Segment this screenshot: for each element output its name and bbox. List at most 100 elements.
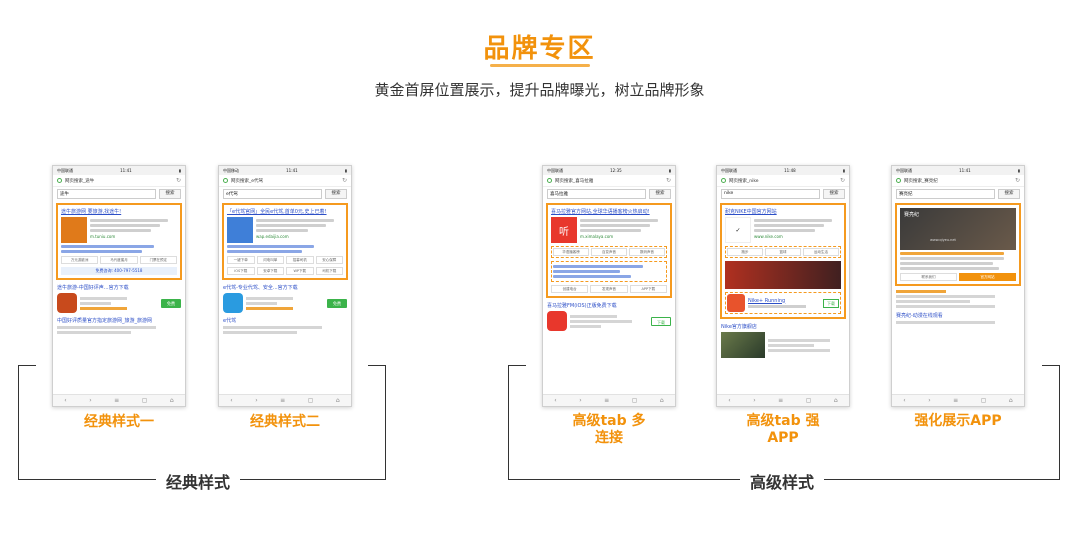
sitelink[interactable]: 百变声音 [591, 248, 627, 256]
result-title[interactable]: e代驾-专业代驾、安全...官方下载 [223, 284, 347, 291]
search-button[interactable]: 搜索 [998, 189, 1020, 199]
ad-title[interactable]: 途牛旅游网 要旅游,找途牛! [61, 208, 177, 215]
ad-title[interactable]: 「e代驾官网」全民e代驾,首单0元,史上已着! [227, 208, 343, 215]
organic-result-app[interactable]: e代驾-专业代驾、安全...官方下载 免费 [223, 284, 347, 313]
shield-icon [721, 178, 726, 183]
sitelink[interactable]: 数码声音 [629, 248, 665, 256]
sitelink[interactable]: 跑步 [727, 248, 763, 256]
product-banner-image[interactable] [725, 261, 841, 289]
carrier-label: 中国移动 [223, 167, 239, 173]
battery-icon: ▮ [1017, 168, 1020, 173]
sitelink[interactable]: 华语播客榜 [553, 248, 589, 256]
brand-logo-image: 听 [551, 217, 577, 243]
tab-link[interactable]: 创建电台 [551, 285, 589, 293]
url-bar[interactable]: 网页搜索_nike ↻ [717, 175, 849, 187]
url-bar[interactable]: 网页搜索_喜马拉雅 ↻ [543, 175, 675, 187]
carrier-label: 中国联通 [547, 167, 563, 173]
sitelink[interactable]: 招募司机 [286, 256, 314, 264]
organic-result[interactable]: Nike官方旗舰店 [721, 323, 845, 358]
sitelink[interactable]: 闪电叫单 [256, 256, 284, 264]
sitelink[interactable]: 联系我们 [900, 273, 957, 281]
ad-title[interactable]: 喜马拉雅官方网站,全球华语播客榜火热启动! [551, 208, 667, 215]
organic-result-app[interactable]: 喜马拉雅FM(iOS)正版免费下载 下载 [547, 302, 671, 331]
sitelink[interactable]: 万元游欧洲 [61, 256, 99, 264]
url-text: 网页搜索_nike [729, 178, 759, 184]
reload-icon[interactable]: ↻ [342, 177, 347, 184]
brand-ad-block[interactable]: 耐克NIKE中国官方网站 ✓ www.nike.com 跑步 篮球 运动生活 N… [720, 203, 846, 319]
result-title[interactable]: e代驾 [223, 317, 347, 324]
brand-promo-image [227, 217, 253, 243]
sitelink[interactable]: 一键下单 [227, 256, 255, 264]
result-title[interactable]: 途牛旅游-中国好评声...官方下载 [57, 284, 181, 291]
app-icon [547, 311, 567, 331]
shield-icon [547, 178, 552, 183]
download-button[interactable]: 下载 [823, 298, 839, 308]
sitelink[interactable]: 马代度蜜月 [100, 256, 138, 264]
bracket-tick-right-advanced [1042, 365, 1060, 366]
organic-result[interactable] [896, 290, 1020, 308]
carrier-label: 中国联通 [896, 167, 912, 173]
download-button[interactable]: 下载 [651, 316, 671, 326]
product-photo [721, 332, 765, 358]
brand-hero-image[interactable]: 赛亮纪 www.qiyeu.net [900, 208, 1016, 250]
organic-result[interactable]: 赛亮纪-动漫在线观看 [896, 312, 1020, 324]
search-input[interactable]: nike [721, 189, 820, 199]
battery-icon: ▮ [842, 168, 845, 173]
url-bar[interactable]: 网页搜索_赛亮纪 ↻ [892, 175, 1024, 187]
download-button[interactable]: 免费 [327, 298, 347, 308]
ad-title[interactable]: 耐克NIKE中国官方网站 [725, 208, 841, 215]
sitelink[interactable]: 安卓下载 [256, 267, 284, 275]
sitelink[interactable]: WP下载 [286, 267, 314, 275]
search-input[interactable]: 喜马拉雅 [547, 189, 646, 199]
search-input[interactable]: 赛亮纪 [896, 189, 995, 199]
sitelink[interactable]: iOS下载 [227, 267, 255, 275]
search-input[interactable]: e代驾 [223, 189, 322, 199]
search-button[interactable]: 搜索 [823, 189, 845, 199]
sitelink[interactable]: 司机下载 [315, 267, 343, 275]
url-bar[interactable]: 网页搜索_途牛 ↻ [53, 175, 185, 187]
reload-icon[interactable]: ↻ [666, 177, 671, 184]
result-title[interactable]: 中国好评质量官方指定旅游网_旅游_旅游网 [57, 317, 181, 324]
brand-ad-block[interactable]: 途牛旅游网 要旅游,找途牛! m.tuniu.com 万元游欧洲 马代度蜜月 门… [56, 203, 182, 280]
sitelink[interactable]: 安心保障 [315, 256, 343, 264]
reload-icon[interactable]: ↻ [176, 177, 181, 184]
search-button[interactable]: 搜索 [325, 189, 347, 199]
ad-url[interactable]: m.ximalaya.com [580, 234, 613, 239]
battery-icon: ▮ [668, 168, 671, 173]
sitelink[interactable]: 门票在预定 [139, 256, 177, 264]
tab-link[interactable]: 发现声音 [590, 285, 628, 293]
phone-call-button[interactable]: 免费咨询: 400-797-5518 [61, 267, 177, 275]
ad-url[interactable]: m.tuniu.com [90, 234, 115, 239]
status-bar: 中国移动 11:41 ▮ [219, 166, 351, 175]
sitelink[interactable]: 官方网站 [959, 273, 1016, 281]
title-underline [490, 64, 590, 67]
group-bracket-advanced [508, 365, 1060, 480]
reload-icon[interactable]: ↻ [840, 177, 845, 184]
sitelink[interactable]: 运动生活 [803, 248, 839, 256]
ad-url[interactable]: www.nike.com [754, 234, 783, 239]
status-time: 12:35 [610, 168, 622, 173]
search-input[interactable]: 途牛 [57, 189, 156, 199]
search-button[interactable]: 搜索 [159, 189, 181, 199]
ad-url[interactable]: wap.edaijia.com [256, 234, 289, 239]
organic-result-app[interactable]: 途牛旅游-中国好评声...官方下载 免费 [57, 284, 181, 313]
search-button[interactable]: 搜索 [649, 189, 671, 199]
url-bar[interactable]: 网页搜索_e代驾 ↻ [219, 175, 351, 187]
organic-result[interactable]: e代驾 [223, 317, 347, 334]
brand-logo-image [61, 217, 87, 243]
shield-icon [223, 178, 228, 183]
result-title[interactable]: 喜马拉雅FM(iOS)正版免费下载 [547, 302, 671, 309]
brand-ad-block[interactable]: 「e代驾官网」全民e代驾,首单0元,史上已着! wap.edaijia.com … [222, 203, 348, 280]
brand-ad-block[interactable]: 喜马拉雅官方网站,全球华语播客榜火热启动! 听 m.ximalaya.com 华… [546, 203, 672, 298]
app-title[interactable]: Nike+ Running [748, 298, 820, 304]
result-title[interactable]: Nike官方旗舰店 [721, 323, 845, 330]
sitelink[interactable]: 篮球 [765, 248, 801, 256]
reload-icon[interactable]: ↻ [1015, 177, 1020, 184]
tab-link[interactable]: APP下载 [629, 285, 667, 293]
download-button[interactable]: 免费 [161, 298, 181, 308]
group-label-advanced: 高级样式 [740, 469, 825, 493]
bracket-tick-left-advanced [508, 365, 526, 366]
result-title[interactable]: 赛亮纪-动漫在线观看 [896, 312, 1020, 319]
brand-ad-block[interactable]: 赛亮纪 www.qiyeu.net 联系我们 官方网站 [895, 203, 1021, 286]
organic-result[interactable]: 中国好评质量官方指定旅游网_旅游_旅游网 [57, 317, 181, 334]
